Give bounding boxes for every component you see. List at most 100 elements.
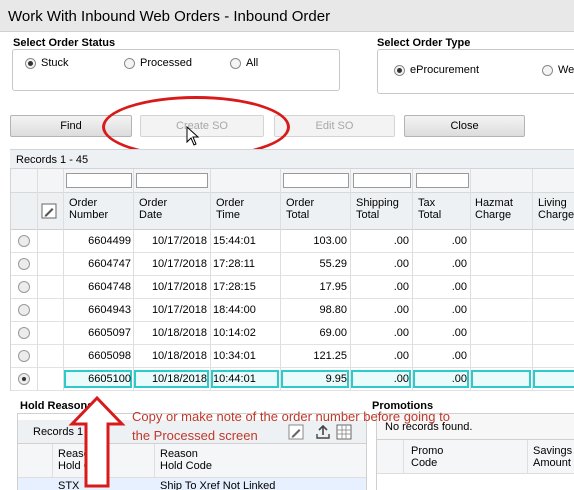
order-status-label: Select Order Status — [13, 37, 116, 49]
header-savings-amount[interactable]: Savings Amount — [533, 445, 572, 469]
row-select-radio[interactable] — [18, 373, 30, 385]
window-title: Work With Inbound Web Orders - Inbound O… — [8, 8, 331, 25]
order-type-label: Select Order Type — [377, 37, 471, 49]
radio-icon — [124, 57, 135, 69]
order-row[interactable]: 6604499 10/17/2018 15:44:01 103.00 .00 .00 — [11, 230, 574, 253]
type-radio-eprocurement[interactable]: eProcurement — [394, 64, 479, 76]
shipping-total-cell: .00 — [393, 281, 409, 293]
column-divider — [412, 169, 413, 391]
order-row[interactable]: 6605100 10/18/2018 10:44:01 9.95 .00 .00 — [11, 368, 574, 391]
column-divider — [63, 169, 64, 391]
order-number-cell: 6604747 — [88, 258, 131, 270]
promotions-header: Promo Code Savings Amount — [377, 440, 574, 474]
status-radio-all[interactable]: All — [230, 57, 258, 69]
edit-grid-icon[interactable] — [41, 203, 57, 219]
header-tax-total[interactable]: Tax Total — [418, 197, 441, 221]
radio-selected-icon — [394, 64, 405, 76]
order-status-group — [12, 49, 340, 91]
order-total-cell: 121.25 — [313, 350, 347, 362]
order-row[interactable]: 6605097 10/18/2018 10:14:02 69.00 .00 .00 — [11, 322, 574, 345]
order-date-cell: 10/17/2018 — [151, 258, 207, 270]
header-order-time[interactable]: Order Time — [216, 197, 244, 221]
radio-icon — [542, 64, 553, 76]
order-time-cell: 10:44:01 — [213, 373, 256, 385]
column-divider — [350, 169, 351, 391]
order-date-cell: 10/18/2018 — [151, 350, 207, 362]
shipping-total-cell: .00 — [393, 235, 409, 247]
order-total-cell: 69.00 — [319, 327, 347, 339]
status-radio-processed[interactable]: Processed — [124, 57, 192, 69]
shipping-total-cell: .00 — [393, 373, 409, 385]
column-divider — [280, 169, 281, 391]
filter-order-date[interactable] — [136, 173, 208, 188]
header-reason-hold-code-desc[interactable]: Reason Hold Code — [160, 448, 212, 472]
header-order-date[interactable]: Order Date — [139, 197, 167, 221]
order-time-cell: 10:34:01 — [213, 350, 256, 362]
order-row[interactable]: 6604943 10/17/2018 18:44:00 98.80 .00 .00 — [11, 299, 574, 322]
selected-cell-highlight — [533, 370, 574, 388]
row-select-radio[interactable] — [18, 304, 30, 316]
order-number-cell: 6604943 — [88, 304, 131, 316]
tax-total-cell: .00 — [451, 281, 467, 293]
mouse-cursor-icon — [186, 126, 200, 146]
status-stuck-label: Stuck — [41, 57, 69, 69]
status-all-label: All — [246, 57, 259, 69]
order-time-cell: 15:44:01 — [213, 235, 256, 247]
edit-so-button[interactable]: Edit SO — [274, 115, 395, 137]
radio-icon — [230, 57, 241, 69]
close-button[interactable]: Close — [404, 115, 525, 137]
type-radio-web[interactable]: We — [542, 64, 574, 76]
row-select-radio[interactable] — [18, 327, 30, 339]
orders-grid: Order Number Order Date Order Time Order Tot… — [10, 169, 574, 391]
status-radio-stuck[interactable]: Stuck — [25, 57, 69, 69]
order-time-cell: 17:28:15 — [213, 281, 256, 293]
row-select-radio[interactable] — [18, 235, 30, 247]
order-total-cell: 9.95 — [325, 373, 347, 385]
filter-shipping-total[interactable] — [353, 173, 411, 188]
order-time-cell: 10:14:02 — [213, 327, 256, 339]
order-date-cell: 10/17/2018 — [151, 281, 207, 293]
header-hazmat-charge[interactable]: Hazmat Charge — [475, 197, 513, 221]
order-total-cell: 98.80 — [319, 304, 347, 316]
row-select-radio[interactable] — [18, 258, 30, 270]
row-select-radio[interactable] — [18, 350, 30, 362]
order-number-cell: 6605100 — [88, 373, 131, 385]
title-bar: Work With Inbound Web Orders - Inbound O… — [0, 0, 574, 32]
column-divider — [210, 169, 211, 391]
header-promo-code[interactable]: Promo Code — [411, 445, 443, 469]
filter-order-total[interactable] — [283, 173, 349, 188]
header-living-charge[interactable]: Living Charge — [538, 197, 574, 221]
order-time-cell: 18:44:00 — [213, 304, 256, 316]
header-order-total[interactable]: Order Total — [286, 197, 314, 221]
filter-tax-total[interactable] — [416, 173, 469, 188]
order-row[interactable]: 6605098 10/18/2018 10:34:01 121.25 .00 .00 — [11, 345, 574, 368]
records-bar: Records 1 - 45 — [10, 149, 574, 169]
shipping-total-cell: .00 — [393, 327, 409, 339]
filter-row — [11, 169, 574, 193]
header-order-number[interactable]: Order Number — [69, 197, 108, 221]
tax-total-cell: .00 — [451, 327, 467, 339]
records-count: Records 1 - 45 — [16, 154, 89, 166]
column-divider — [37, 169, 38, 391]
tax-total-cell: .00 — [451, 373, 467, 385]
order-date-cell: 10/17/2018 — [151, 235, 207, 247]
header-shipping-total[interactable]: Shipping Total — [356, 197, 399, 221]
filter-order-number[interactable] — [66, 173, 132, 188]
header-row: Order Number Order Date Order Time Order Tot… — [11, 193, 574, 230]
column-divider — [527, 440, 528, 473]
tax-total-cell: .00 — [451, 235, 467, 247]
order-row[interactable]: 6604747 10/17/2018 17:28:11 55.29 .00 .00 — [11, 253, 574, 276]
order-date-cell: 10/17/2018 — [151, 304, 207, 316]
column-divider — [532, 169, 533, 391]
column-divider — [52, 444, 53, 477]
order-date-cell: 10/18/2018 — [151, 327, 207, 339]
order-number-cell: 6604499 — [88, 235, 131, 247]
column-divider — [133, 169, 134, 391]
shipping-total-cell: .00 — [393, 350, 409, 362]
order-row[interactable]: 6604748 10/17/2018 17:28:15 17.95 .00 .00 — [11, 276, 574, 299]
order-total-cell: 103.00 — [313, 235, 347, 247]
row-select-radio[interactable] — [18, 281, 30, 293]
annotation-line-1: Copy or make note of the order number be… — [132, 409, 450, 424]
annotation-arrow — [68, 395, 126, 488]
tax-total-cell: .00 — [451, 304, 467, 316]
